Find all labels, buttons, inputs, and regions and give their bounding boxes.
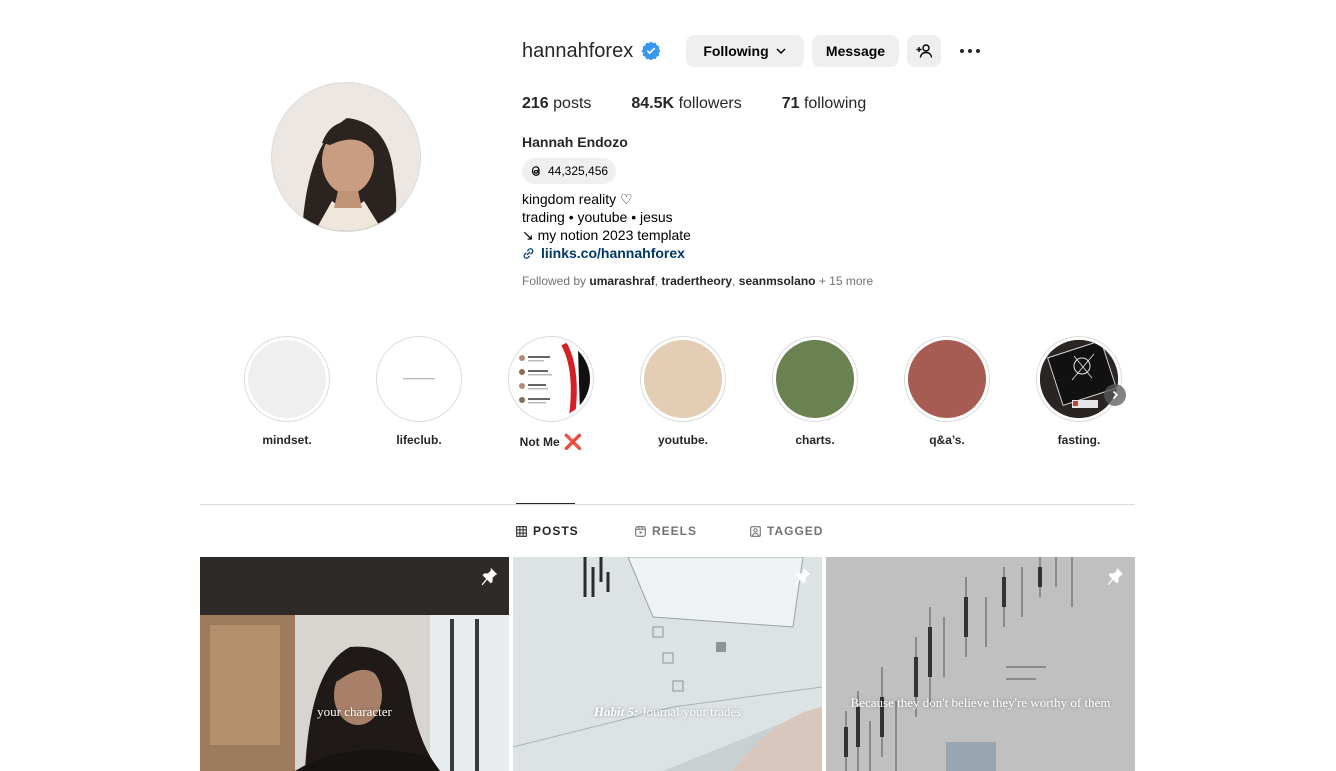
bio-link[interactable]: liinks.co/hannahforex	[522, 244, 691, 262]
stat-followers-label: followers	[678, 95, 742, 112]
highlight-label: fasting.	[1057, 433, 1101, 447]
grid-icon	[516, 525, 527, 537]
post-tile[interactable]: Because they don't believe they're worth…	[826, 557, 1135, 771]
stat-followers-value: 84.5K	[631, 95, 675, 112]
profile-avatar[interactable]	[271, 82, 421, 232]
more-dot-icon	[967, 48, 973, 54]
pinned-icon	[481, 567, 498, 586]
threads-badge[interactable]: 44,325,456	[522, 158, 617, 184]
followed-by-user[interactable]: seanmsolano	[739, 274, 816, 288]
highlight-cover	[512, 340, 590, 418]
highlight-cover	[908, 340, 986, 418]
highlight-cover	[1040, 340, 1118, 418]
highlight-label: charts.	[795, 433, 835, 447]
highlight-mindset[interactable]: mindset.	[244, 336, 330, 447]
pinned-icon	[794, 567, 811, 586]
highlight-label: youtube.	[658, 433, 708, 447]
stat-following[interactable]: 71 following	[782, 95, 867, 113]
tabs-divider	[200, 504, 1135, 505]
post-caption-emphasis: Habit 5:	[593, 704, 639, 719]
post-tile[interactable]: Habit 5: Journal your trades	[513, 557, 822, 771]
post-image	[826, 557, 1135, 771]
reels-icon	[635, 525, 646, 537]
tab-reels[interactable]: REELS	[635, 524, 697, 538]
highlight-qa[interactable]: q&a’s.	[904, 336, 990, 447]
tab-label: TAGGED	[767, 524, 824, 538]
stat-posts: 216 posts	[522, 95, 591, 113]
tab-tagged[interactable]: TAGGED	[750, 524, 823, 538]
highlight-label: lifeclub.	[396, 433, 442, 447]
post-caption-text: Journal your trades	[641, 704, 742, 719]
followed-by-prefix: Followed by	[522, 274, 587, 288]
bio-line: ↘ my notion 2023 template	[522, 227, 691, 243]
add-person-icon	[916, 44, 932, 58]
profile-stats: 216 posts 84.5K followers 71 following	[522, 95, 906, 113]
highlights-next-button[interactable]	[1104, 384, 1126, 406]
highlight-lifeclub[interactable]: lifeclub.	[376, 336, 462, 447]
highlight-label: mindset.	[262, 433, 312, 447]
more-dot-icon	[975, 48, 981, 54]
chevron-down-icon	[776, 48, 786, 55]
suggest-users-button[interactable]	[907, 35, 941, 67]
bio-line: kingdom reality ♡	[522, 191, 633, 207]
bio: kingdom reality ♡ trading • youtube • je…	[522, 190, 691, 262]
highlight-youtube[interactable]: youtube.	[640, 336, 726, 447]
highlight-cover	[776, 340, 854, 418]
post-caption: Because they don't believe they're worth…	[850, 695, 1111, 710]
highlight-label: Not Me	[519, 435, 560, 449]
highlight-label: q&a’s.	[929, 433, 965, 447]
story-highlights: mindset. lifeclub. Not Me ❌ youtube. char…	[244, 336, 1144, 456]
threads-count: 44,325,456	[548, 164, 609, 178]
post-caption: your character	[317, 704, 392, 719]
username: hannahforex	[522, 39, 634, 62]
followed-by-user[interactable]: tradertheory	[661, 274, 732, 288]
tab-label: POSTS	[533, 524, 579, 538]
link-icon	[523, 247, 534, 259]
verified-badge-icon	[641, 41, 661, 61]
stat-following-value: 71	[781, 95, 800, 112]
message-button-label: Message	[825, 43, 886, 59]
full-name: Hannah Endozo	[522, 134, 628, 150]
tab-label: REELS	[652, 524, 698, 538]
highlight-cover-mark	[403, 378, 435, 380]
tagged-icon	[750, 525, 761, 537]
highlight-cover	[248, 340, 326, 418]
message-button[interactable]: Message	[812, 35, 899, 67]
bio-line: trading • youtube • jesus	[522, 209, 673, 225]
scammers-warning-image	[512, 340, 590, 418]
post-tile[interactable]: your character	[200, 557, 509, 771]
following-button[interactable]: Following	[686, 35, 804, 67]
more-dot-icon	[959, 48, 965, 54]
following-button-label: Following	[703, 43, 769, 59]
threads-icon	[531, 166, 540, 176]
followed-by-more: + 15 more	[818, 274, 874, 288]
highlight-cover	[644, 340, 722, 418]
more-options-button[interactable]	[955, 38, 985, 64]
post-caption: Habit 5: Journal your trades	[513, 704, 822, 720]
stat-posts-label: posts	[553, 95, 592, 112]
avatar-photo	[272, 83, 420, 231]
followed-by[interactable]: Followed by umarashraf, tradertheory, se…	[522, 274, 873, 288]
fasting-cover-image	[1040, 340, 1118, 418]
followed-by-user[interactable]: umarashraf	[589, 274, 654, 288]
highlight-not-me[interactable]: Not Me ❌	[508, 336, 594, 451]
stat-followers[interactable]: 84.5K followers	[631, 95, 741, 113]
cross-mark-icon: ❌	[563, 434, 583, 451]
post-image	[200, 557, 509, 771]
highlight-charts[interactable]: charts.	[772, 336, 858, 447]
stat-posts-value: 216	[522, 95, 549, 112]
post-image	[513, 557, 822, 771]
stat-following-label: following	[803, 95, 867, 112]
username-row: hannahforex	[522, 34, 661, 68]
highlight-cover	[380, 340, 458, 418]
active-tab-indicator	[516, 503, 575, 504]
pinned-icon	[1107, 567, 1124, 586]
bio-link-text: liinks.co/hannahforex	[541, 245, 685, 261]
chevron-right-icon	[1112, 390, 1119, 400]
tab-posts[interactable]: POSTS	[516, 524, 579, 538]
